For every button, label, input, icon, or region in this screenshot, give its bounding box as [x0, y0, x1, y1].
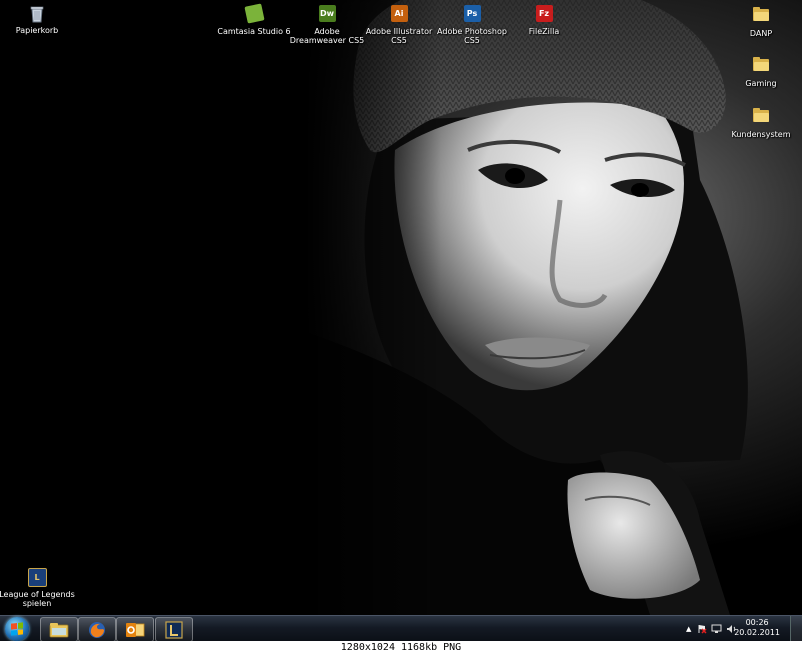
photoshop-icon: Ps — [462, 5, 482, 25]
desktop-icon-dreamweaver[interactable]: Dw Adobe Dreamweaver CS5 — [287, 4, 367, 45]
explorer-icon — [49, 622, 69, 637]
network-icon[interactable] — [711, 624, 722, 634]
desktop-icon-label: Camtasia Studio 6 — [217, 27, 291, 36]
taskbar-button-outlook[interactable] — [116, 617, 154, 642]
desktop-icon-folder-danp[interactable]: DANP — [721, 4, 801, 38]
desktop-icon-label: Papierkorb — [15, 26, 59, 35]
taskbar-button-firefox[interactable] — [78, 617, 116, 642]
recycle-bin-icon — [27, 4, 47, 24]
show-hidden-icons-button[interactable]: ▲ — [686, 625, 691, 633]
desktop-icon-folder-kundensystem[interactable]: Kundensystem — [721, 105, 801, 139]
illustrator-icon: Ai — [389, 5, 409, 25]
taskbar-button-league-of-legends[interactable] — [155, 617, 193, 642]
desktop-icon-label: Adobe Dreamweaver CS5 — [289, 27, 365, 45]
desktop-icon-folder-gaming[interactable]: Gaming — [721, 54, 801, 88]
clock-date: 20.02.2011 — [734, 628, 780, 637]
dreamweaver-icon: Dw — [317, 5, 337, 25]
taskbar-clock[interactable]: 00:26 20.02.2011 — [734, 618, 780, 638]
desktop-icon-label: Adobe Photoshop CS5 — [437, 27, 507, 45]
desktop-icon-league-of-legends[interactable]: L League of Legends spielen — [0, 567, 77, 608]
folder-icon — [751, 108, 771, 128]
desktop-icon-filezilla[interactable]: Fz FileZilla — [504, 4, 584, 36]
system-tray: ▲ — [686, 616, 737, 642]
desktop-icon-label: Kundensystem — [731, 130, 791, 139]
image-info-caption: 1280x1024 1168kb PNG — [0, 641, 802, 655]
wallpaper-portrait-photo — [0, 0, 802, 615]
folder-icon — [751, 7, 771, 27]
desktop-icon-camtasia[interactable]: Camtasia Studio 6 — [214, 3, 294, 36]
start-button[interactable] — [5, 617, 29, 641]
desktop-icon-recycle-bin[interactable]: Papierkorb — [0, 4, 77, 35]
firefox-icon — [89, 621, 105, 638]
desktop-icon-label: Adobe Illustrator CS5 — [365, 27, 433, 45]
show-desktop-button[interactable] — [790, 616, 802, 642]
league-of-legends-icon — [165, 620, 183, 639]
filezilla-icon: Fz — [534, 5, 554, 25]
outlook-icon — [126, 622, 145, 637]
clock-time: 00:26 — [745, 618, 769, 627]
desktop: Papierkorb Camtasia Studio 6 Dw Adobe Dr… — [0, 0, 802, 615]
desktop-icon-label: League of Legends spielen — [0, 590, 75, 608]
folder-icon — [751, 57, 771, 77]
taskbar-button-explorer[interactable] — [40, 617, 78, 642]
desktop-icon-label: Gaming — [745, 79, 777, 88]
camtasia-icon — [243, 3, 265, 25]
desktop-icon-photoshop[interactable]: Ps Adobe Photoshop CS5 — [432, 4, 512, 45]
action-center-flag-icon[interactable] — [697, 624, 707, 634]
desktop-icon-illustrator[interactable]: Ai Adobe Illustrator CS5 — [359, 4, 439, 45]
league-of-legends-icon: L — [27, 568, 47, 588]
windows-logo-icon — [11, 622, 23, 636]
taskbar: ▲ 00:26 20.02.2011 — [0, 615, 802, 642]
desktop-icon-label: DANP — [749, 29, 773, 38]
desktop-icon-label: FileZilla — [528, 27, 560, 36]
